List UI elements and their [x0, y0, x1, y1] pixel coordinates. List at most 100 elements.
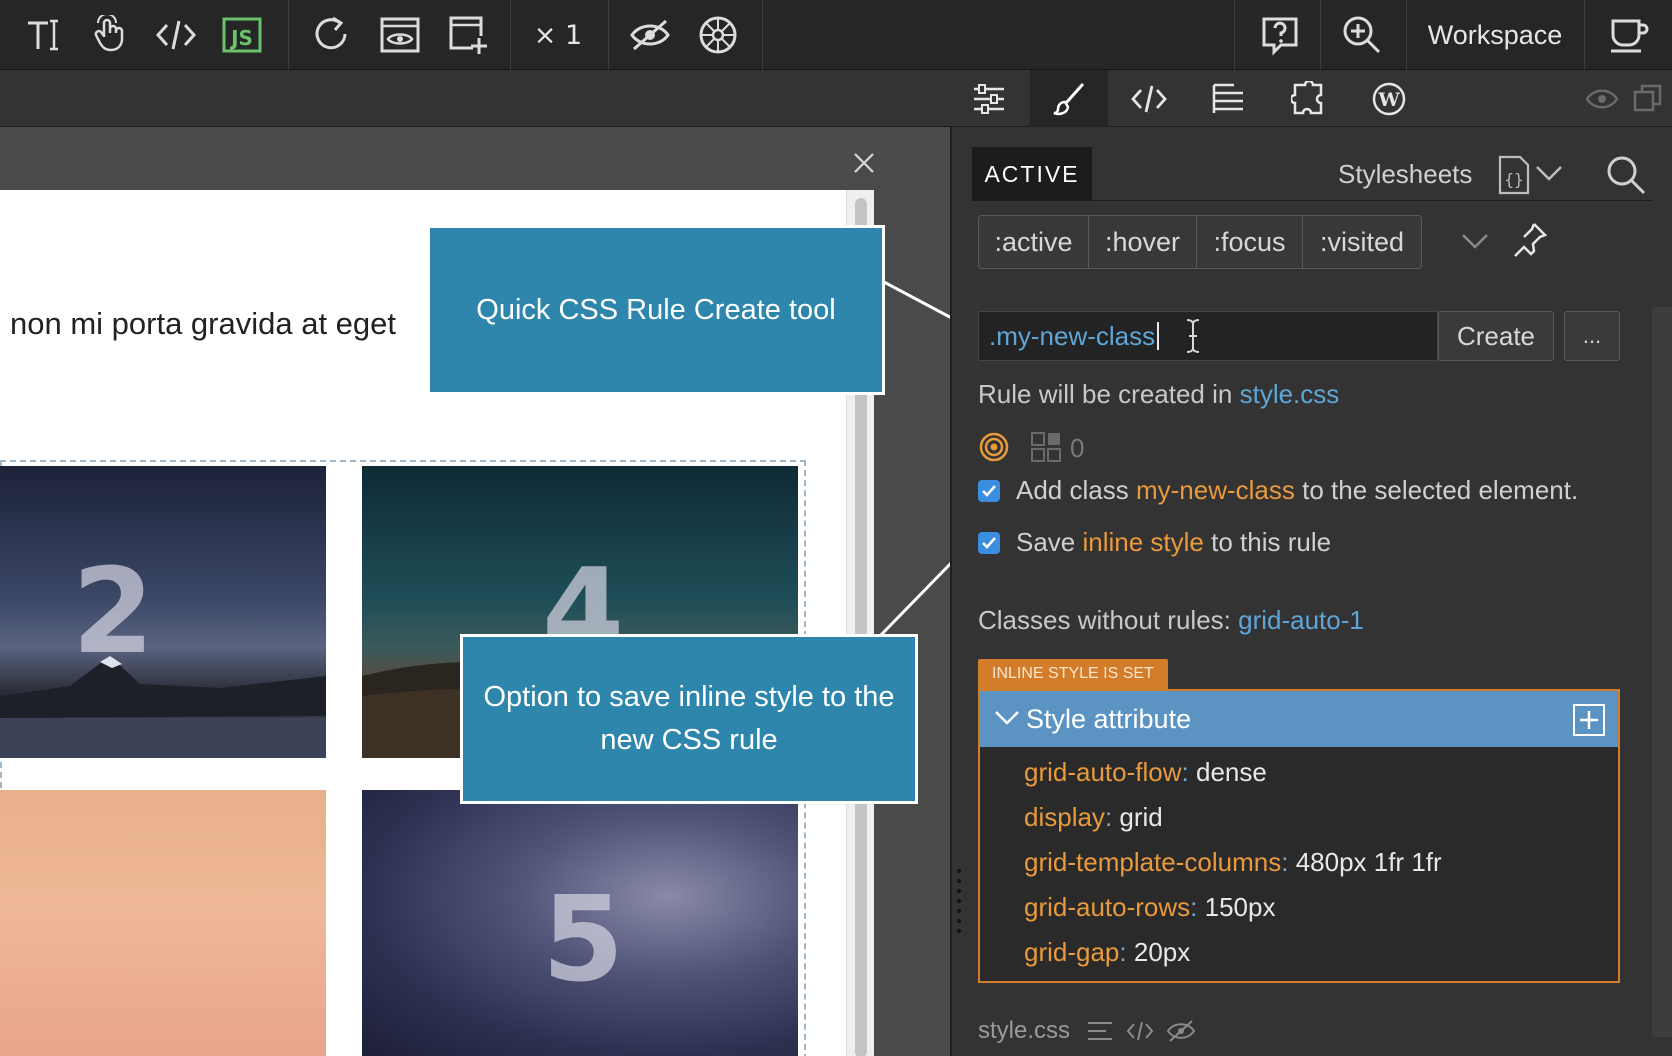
stylesheet-file-icon[interactable]: {} [1496, 155, 1532, 195]
coffee-cup-icon[interactable] [1590, 0, 1668, 70]
rule-location-file-link[interactable]: style.css [1240, 379, 1340, 409]
callout-inline-option: Option to save inline style to the new C… [460, 634, 918, 804]
panel-scrollbar[interactable] [1652, 307, 1672, 1037]
visibility-eye-icon[interactable] [1580, 70, 1624, 127]
css-property-row[interactable]: grid-auto-flow: dense [1024, 757, 1267, 788]
svg-text:JS: JS [229, 26, 253, 50]
close-icon[interactable] [852, 151, 876, 175]
css-property-name[interactable]: grid-template-columns [1024, 847, 1281, 877]
save-inline-style-option[interactable]: Save inline style to this rule [978, 527, 1331, 558]
callout-connector [878, 556, 958, 638]
style-attribute-header[interactable]: Style attribute [980, 691, 1618, 747]
preview-icon[interactable] [368, 0, 432, 70]
pseudo-hover-button[interactable]: :hover [1089, 216, 1197, 268]
pseudo-active-button[interactable]: :active [979, 216, 1089, 268]
create-rule-button[interactable]: Create [1438, 311, 1554, 361]
css-property-row[interactable]: grid-auto-rows: 150px [1024, 892, 1275, 923]
checkmark-icon [982, 536, 996, 549]
new-rule-input-value: .my-new-class [989, 320, 1156, 351]
pseudo-visited-button[interactable]: :visited [1303, 216, 1421, 268]
css-property-value[interactable]: 20px [1134, 937, 1190, 967]
css-property-name[interactable]: display [1024, 802, 1105, 832]
tab-components[interactable] [1270, 70, 1348, 127]
css-property-value[interactable]: dense [1196, 757, 1267, 787]
tab-code[interactable] [1110, 70, 1188, 127]
save-inline-prefix: Save [1016, 527, 1076, 557]
code-icon[interactable] [146, 0, 206, 70]
style-attribute-title: Style attribute [1026, 703, 1192, 734]
help-icon[interactable] [1240, 0, 1320, 70]
hide-eye-icon[interactable] [618, 0, 682, 70]
grid-tile[interactable] [0, 790, 326, 1056]
pseudo-focus-button[interactable]: :focus [1197, 216, 1303, 268]
tree-icon [1212, 83, 1243, 113]
code-icon[interactable] [1126, 1019, 1154, 1043]
target-icon[interactable] [978, 431, 1010, 463]
js-icon[interactable]: JS [212, 0, 272, 70]
more-options-button[interactable]: ... [1564, 311, 1620, 361]
classes-without-rules: Classes without rules: grid-auto-1 [978, 605, 1364, 636]
rule-location-info: Rule will be created in style.css [978, 379, 1339, 410]
css-property-name[interactable]: grid-auto-flow [1024, 757, 1182, 787]
style-attribute-block: Style attribute grid-auto-flow: dense di… [978, 689, 1620, 983]
main-toolbar: JS × 1 Workspace [0, 0, 1672, 70]
tile-number: 5 [542, 870, 625, 1008]
stylesheet-tabs: ACTIVE Stylesheets {} [972, 147, 1652, 201]
css-property-value[interactable]: 150px [1205, 892, 1276, 922]
css-property-name[interactable]: grid-gap [1024, 937, 1119, 967]
css-property-row[interactable]: display: grid [1024, 802, 1163, 833]
paragraph-text[interactable]: non mi porta gravida at eget [10, 306, 396, 342]
tile-number: 2 [72, 542, 155, 680]
pin-icon[interactable] [1512, 221, 1548, 257]
list-icon[interactable] [1086, 1019, 1114, 1043]
hide-eye-icon[interactable] [1166, 1019, 1196, 1043]
css-property-row[interactable]: grid-gap: 20px [1024, 937, 1190, 968]
inline-style-badge: INLINE STYLE IS SET [978, 659, 1168, 689]
callout-quick-css-text: Quick CSS Rule Create tool [476, 293, 836, 326]
panel-tabs-toolbar: W [0, 70, 1672, 127]
tab-properties[interactable] [950, 70, 1028, 127]
css-property-name[interactable]: grid-auto-rows [1024, 892, 1190, 922]
text-tool-icon[interactable] [14, 0, 74, 70]
add-class-checkbox[interactable] [978, 479, 1000, 502]
chevron-down-icon[interactable] [1460, 231, 1490, 251]
zoom-in-icon[interactable] [1322, 0, 1402, 70]
matched-elements-count: 0 [1070, 433, 1085, 463]
tab-wordpress[interactable]: W [1350, 70, 1428, 127]
css-property-value[interactable]: 480px 1fr 1fr [1296, 847, 1442, 877]
workspace-button[interactable]: Workspace [1410, 0, 1580, 70]
save-inline-checkbox[interactable] [978, 531, 1000, 554]
save-inline-suffix: to this rule [1211, 527, 1332, 557]
workspace-label: Workspace [1427, 19, 1563, 50]
puzzle-icon [1291, 80, 1323, 114]
css-property-row[interactable]: grid-template-columns: 480px 1fr 1fr [1024, 847, 1442, 878]
class-link[interactable]: grid-auto-1 [1238, 605, 1364, 635]
stylesheet-footer: style.css [978, 1017, 1196, 1045]
chevron-down-icon[interactable] [994, 709, 1020, 727]
css-property-value[interactable]: grid [1119, 802, 1162, 832]
tab-tree[interactable] [1190, 70, 1268, 127]
speed-label: × 1 [533, 19, 583, 51]
text-cursor-icon [1187, 319, 1200, 353]
element-grid-icon[interactable] [1030, 431, 1062, 463]
add-class-option[interactable]: Add class my-new-class to the selected e… [978, 475, 1578, 506]
text-caret [1157, 322, 1160, 350]
speed-multiplier[interactable]: × 1 [520, 0, 596, 70]
refresh-icon[interactable] [300, 0, 364, 70]
tab-active-styles[interactable]: ACTIVE [972, 147, 1092, 201]
stylesheet-file-name[interactable]: style.css [978, 1017, 1070, 1045]
search-icon[interactable] [1604, 153, 1648, 197]
new-rule-input[interactable]: .my-new-class [978, 311, 1438, 361]
add-class-suffix: to the selected element. [1302, 475, 1579, 505]
grid-tile[interactable]: 5 [362, 790, 798, 1056]
tab-style[interactable] [1030, 70, 1108, 127]
panel-resize-handle[interactable] [956, 867, 962, 937]
chevron-down-icon[interactable] [1534, 163, 1564, 183]
detach-window-icon[interactable] [1626, 70, 1670, 127]
interact-hand-icon[interactable] [80, 0, 140, 70]
add-property-icon[interactable] [1572, 703, 1606, 737]
grid-tile[interactable]: 2 [0, 466, 326, 758]
settings-wheel-icon[interactable] [686, 0, 750, 70]
add-page-icon[interactable] [436, 0, 500, 70]
stylesheets-dropdown[interactable]: Stylesheets [1338, 159, 1472, 190]
